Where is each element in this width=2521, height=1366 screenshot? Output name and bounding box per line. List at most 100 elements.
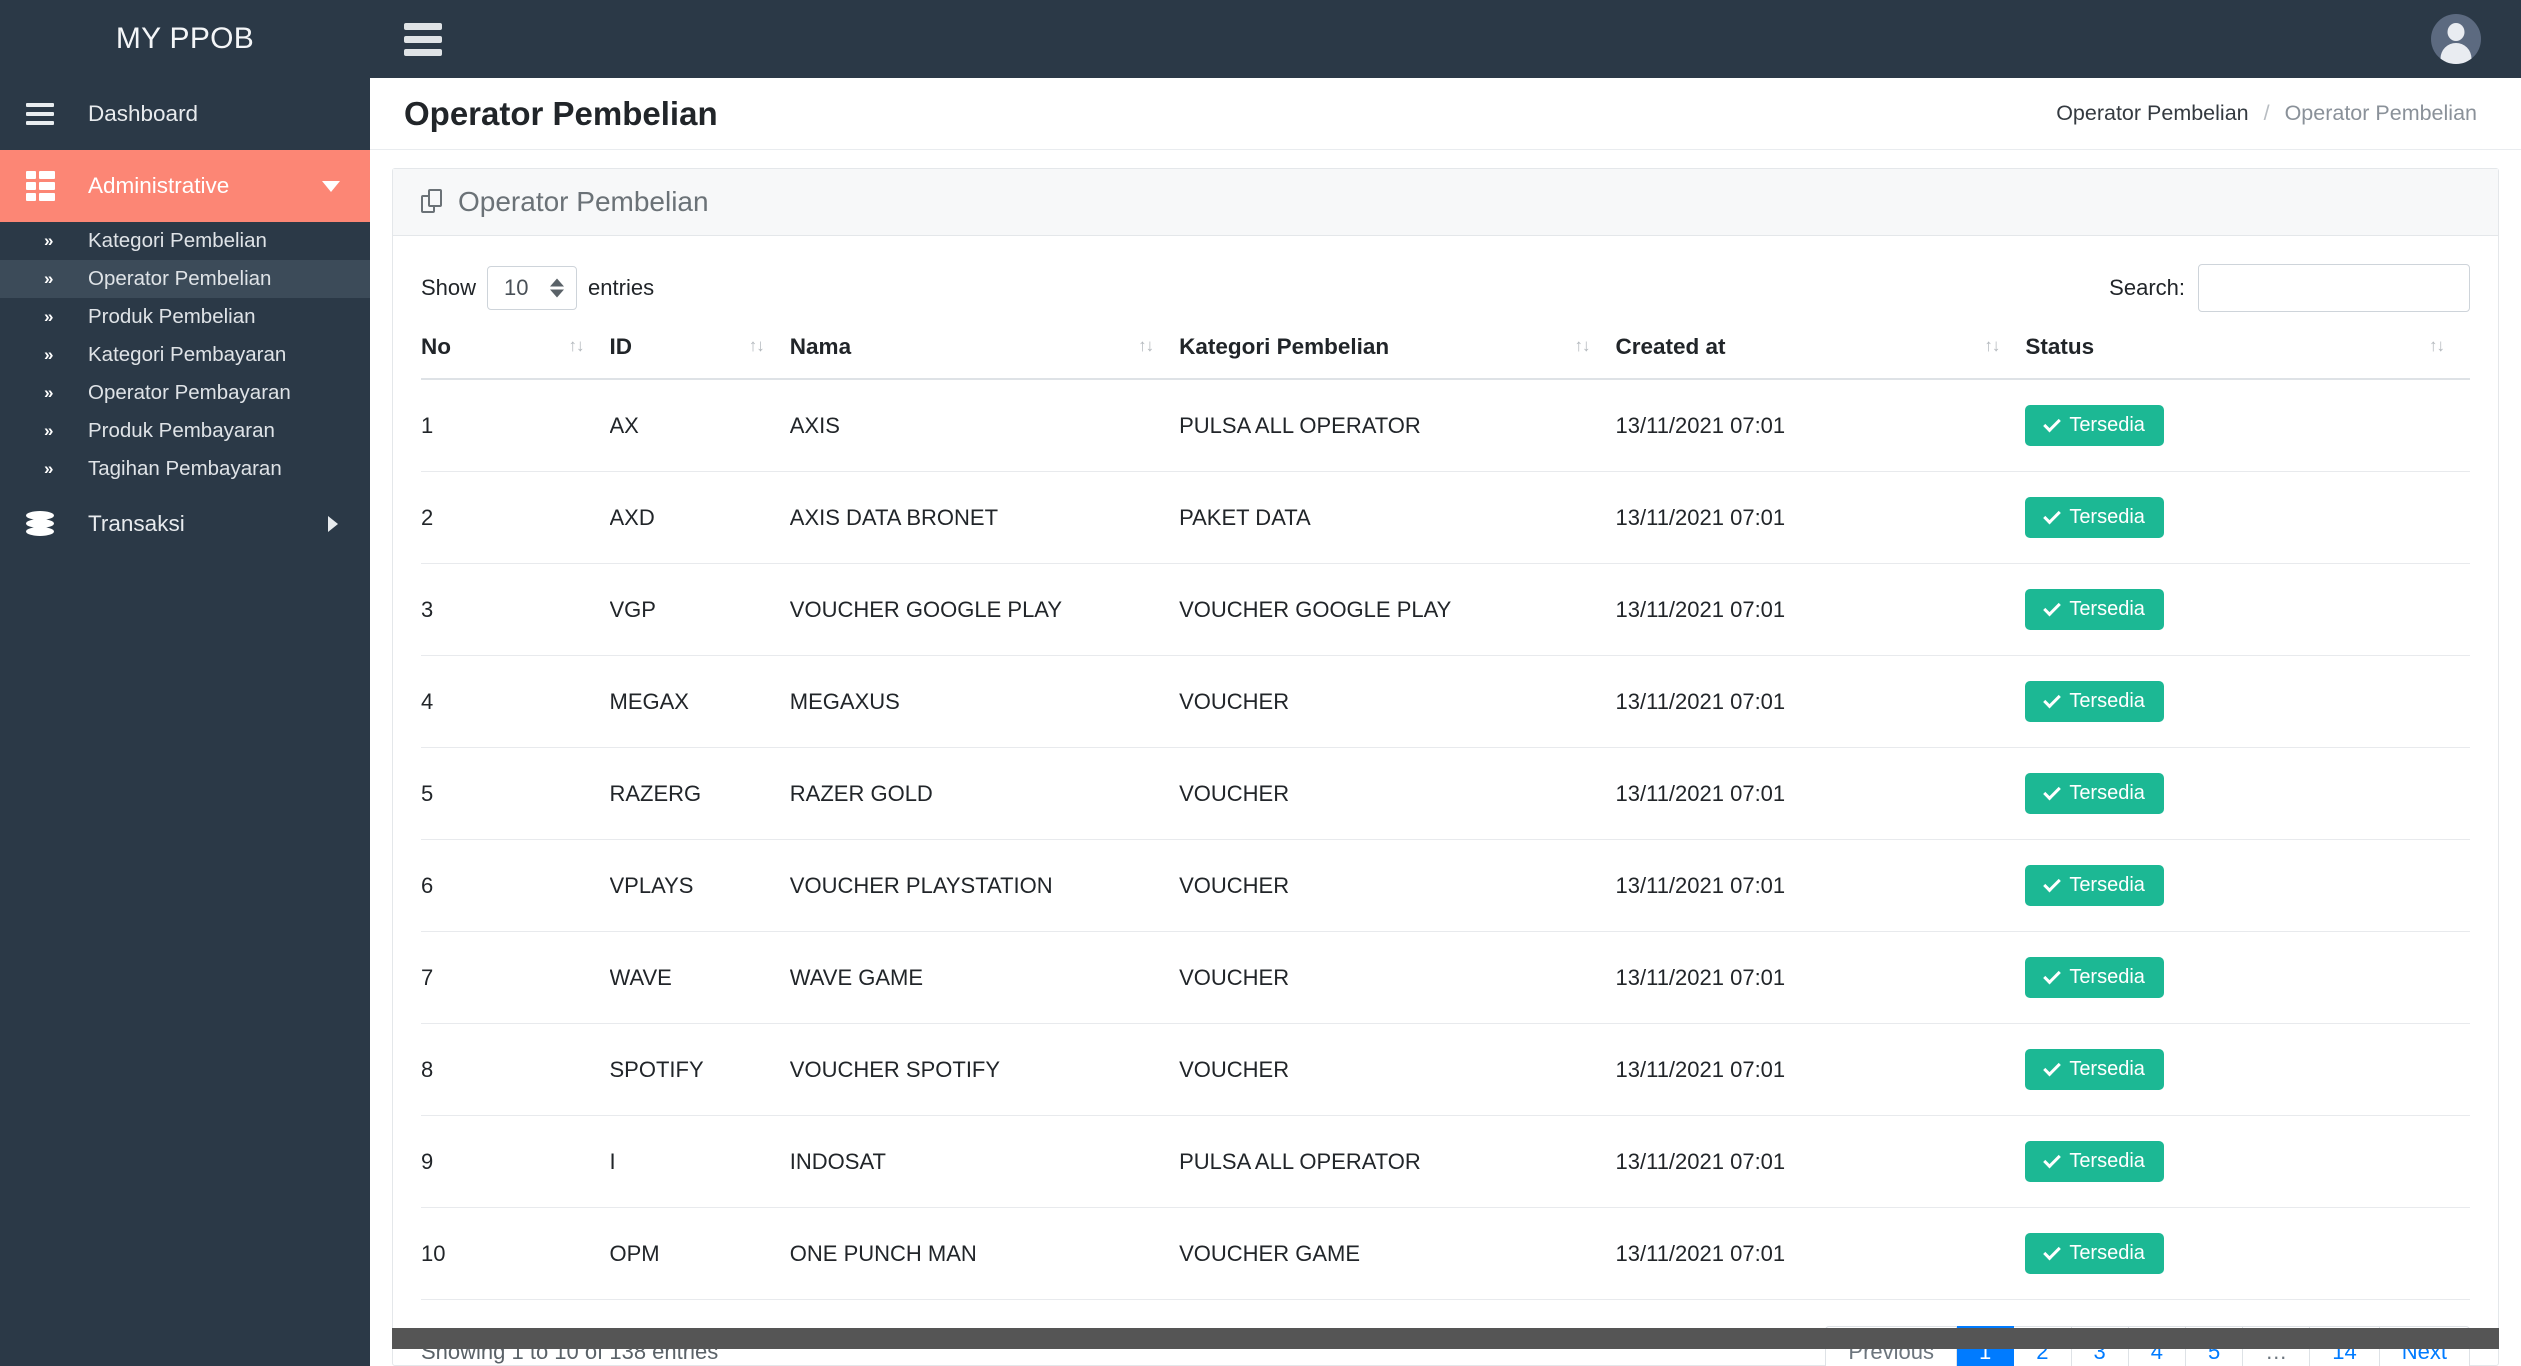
search-control: Search: [2109,264,2470,312]
sidebar-item-administrative[interactable]: Administrative [0,150,370,222]
cell-created: 13/11/2021 07:01 [1615,471,2026,564]
column-label: Status [2025,334,2095,359]
submenu-list: » Kategori Pembelian » Operator Pembelia… [0,222,370,488]
column-header-status[interactable]: Status ↑↓ [2025,334,2470,380]
status-badge[interactable]: Tersedia [2025,865,2164,906]
table-head: No ↑↓ ID ↑↓ Nama ↑↓ Kategori Pembelian ↑… [421,334,2470,380]
status-badge[interactable]: Tersedia [2025,589,2164,630]
cell-no: 6 [421,839,610,932]
table-header-row: No ↑↓ ID ↑↓ Nama ↑↓ Kategori Pembelian ↑… [421,334,2470,380]
table-row: 10 OPM ONE PUNCH MAN VOUCHER GAME 13/11/2021… [421,1207,2470,1300]
cell-status: Tersedia [2025,1115,2470,1208]
cell-created: 13/11/2021 07:01 [1615,1207,2026,1300]
column-header-id[interactable]: ID ↑↓ [609,334,790,380]
status-label: Tersedia [2069,598,2145,620]
entries-select-value: 10 [504,275,529,300]
cell-created: 13/11/2021 07:01 [1615,1115,2026,1208]
status-label: Tersedia [2069,506,2145,528]
table-row: 1 AX AXIS PULSA ALL OPERATOR 13/11/2021 07:0… [421,379,2470,472]
column-header-kategori-pembelian[interactable]: Kategori Pembelian ↑↓ [1179,334,1616,380]
cell-created: 13/11/2021 07:01 [1615,655,2026,748]
cell-id: VPLAYS [609,839,790,932]
column-label: ID [609,334,633,359]
scrollbar-thumb[interactable] [392,1328,2499,1349]
topbar-left [400,19,446,60]
column-header-created-at[interactable]: Created at ↑↓ [1615,334,2026,380]
table-row: 2 AXD AXIS DATA BRONET PAKET DATA 13/11/2021… [421,471,2470,564]
submenu-label: Kategori Pembelian [88,229,267,252]
chevron-down-icon [322,180,340,192]
cell-kategori: VOUCHER [1179,655,1616,748]
entries-select[interactable]: 10 [487,266,578,310]
status-badge[interactable]: Tersedia [2025,681,2164,722]
check-icon [2043,598,2062,617]
status-badge[interactable]: Tersedia [2025,773,2164,814]
sidebar-subitem-tagihan-pembayaran[interactable]: » Tagihan Pembayaran [0,450,370,488]
avatar[interactable] [2431,14,2481,64]
grid-icon [26,171,78,201]
cell-id: VGP [609,563,790,656]
status-badge[interactable]: Tersedia [2025,405,2164,446]
status-badge[interactable]: Tersedia [2025,1233,2164,1274]
sort-icon: ↑↓ [1984,336,2000,355]
check-icon [2043,874,2062,893]
cell-status: Tersedia [2025,379,2470,472]
sidebar-subitem-produk-pembayaran[interactable]: » Produk Pembayaran [0,412,370,450]
status-badge[interactable]: Tersedia [2025,1049,2164,1090]
column-header-nama[interactable]: Nama ↑↓ [789,334,1180,380]
cell-no: 5 [421,747,610,840]
status-label: Tersedia [2069,1058,2145,1080]
status-badge[interactable]: Tersedia [2025,1141,2164,1182]
double-chevron-right-icon: » [44,383,53,402]
cell-status: Tersedia [2025,931,2470,1024]
status-label: Tersedia [2069,414,2145,436]
cell-kategori: PULSA ALL OPERATOR [1179,1115,1616,1208]
cell-created: 13/11/2021 07:01 [1615,747,2026,840]
table-row: 6 VPLAYS VOUCHER PLAYSTATION VOUCHER 13/11/2… [421,839,2470,932]
column-header-no[interactable]: No ↑↓ [421,334,610,380]
cell-created: 13/11/2021 07:01 [1615,931,2026,1024]
copy-icon [421,188,445,216]
sidebar-item-label-administrative: Administrative [88,173,230,198]
table-row: 7 WAVE WAVE GAME VOUCHER 13/11/2021 07:01 Ter… [421,931,2470,1024]
sort-icon: ↑↓ [1138,336,1154,355]
cell-kategori: VOUCHER [1179,839,1616,932]
sidebar-item-dashboard[interactable]: Dashboard [0,78,370,150]
cell-id: I [609,1115,790,1208]
status-label: Tersedia [2069,1242,2145,1264]
horizontal-scrollbar[interactable] [392,1328,2499,1349]
cell-kategori: VOUCHER GOOGLE PLAY [1179,563,1616,656]
table-controls: Show 10 entries Search: [421,258,2470,334]
check-icon [2043,506,2062,525]
cell-status: Tersedia [2025,747,2470,840]
cell-nama: RAZER GOLD [789,747,1180,840]
cell-nama: AXIS [789,379,1180,472]
cell-nama: INDOSAT [789,1115,1180,1208]
sidebar-subitem-kategori-pembelian[interactable]: » Kategori Pembelian [0,222,370,260]
cell-status: Tersedia [2025,1207,2470,1300]
breadcrumb: Operator Pembelian / Operator Pembelian [2056,101,2477,126]
cell-no: 3 [421,563,610,656]
double-chevron-right-icon: » [44,421,53,440]
breadcrumb-parent[interactable]: Operator Pembelian [2056,101,2248,125]
status-badge[interactable]: Tersedia [2025,497,2164,538]
card-body: Show 10 entries Search: No ↑↓ ID ↑↓ Nama… [393,236,2498,1366]
sidebar-subitem-produk-pembelian[interactable]: » Produk Pembelian [0,298,370,336]
cell-created: 13/11/2021 07:01 [1615,379,2026,472]
double-chevron-right-icon: » [44,345,53,364]
sidebar-subitem-operator-pembayaran[interactable]: » Operator Pembayaran [0,374,370,412]
sidebar-item-transaksi[interactable]: Transaksi [0,488,370,560]
hamburger-icon[interactable] [400,19,446,60]
submenu-label: Kategori Pembayaran [88,343,287,366]
cell-created: 13/11/2021 07:01 [1615,839,2026,932]
table-row: 3 VGP VOUCHER GOOGLE PLAY VOUCHER GOOGLE PL… [421,563,2470,656]
check-icon [2043,782,2062,801]
cell-no: 10 [421,1207,610,1300]
sidebar-subitem-operator-pembelian[interactable]: » Operator Pembelian [0,260,370,298]
double-chevron-right-icon: » [44,307,53,326]
cell-kategori: PULSA ALL OPERATOR [1179,379,1616,472]
status-badge[interactable]: Tersedia [2025,957,2164,998]
double-chevron-right-icon: » [44,231,53,250]
sidebar-subitem-kategori-pembayaran[interactable]: » Kategori Pembayaran [0,336,370,374]
search-input[interactable] [2198,264,2470,312]
